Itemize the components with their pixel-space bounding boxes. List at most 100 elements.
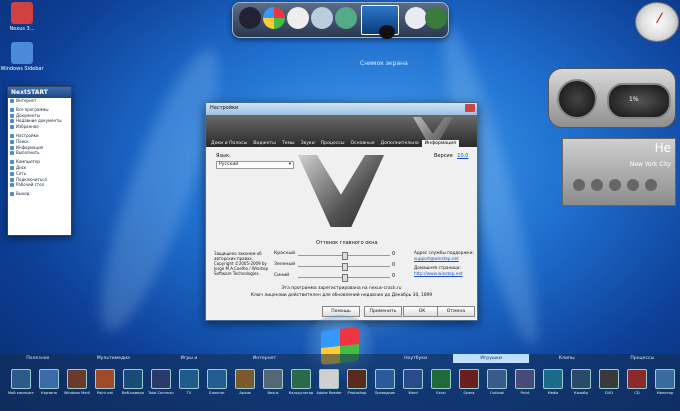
slider-blue-label: Синий [274,273,290,278]
tab-docks[interactable]: Доки и Полосы [208,140,250,147]
cpu-meter-gadget[interactable]: 1% [548,68,676,128]
bottom-tab[interactable]: Интернет [227,354,303,363]
bottom-tab[interactable]: Полезное [0,354,76,363]
dock-item[interactable]: Архив [232,369,258,395]
dock-item[interactable]: Nexus [260,369,286,395]
dialog-titlebar[interactable]: Настройки [206,103,477,115]
apply-button[interactable]: Применить [364,306,402,317]
slider-green: Зеленый [274,262,295,267]
slider-green-knob[interactable] [342,263,348,271]
app-icon [515,369,535,389]
weather-icon [609,179,621,191]
dock-item[interactable]: Outlook [484,369,510,395]
clock-icon[interactable] [287,7,309,29]
dock-item-label: Adobe Reader [316,391,342,395]
clock-icon-2[interactable] [405,7,427,29]
close-icon[interactable] [465,104,475,112]
winstep-big-logo-icon [298,155,384,227]
bottom-tab[interactable]: Клипы [529,354,605,363]
globe-icon[interactable] [335,7,357,29]
dock-item[interactable]: Word [400,369,426,395]
desktop-icon-nexus[interactable]: Nexus 3... [0,2,44,32]
bottom-tab[interactable]: Ноутбуки [378,354,454,363]
dock-item[interactable]: Калибр [568,369,594,395]
slider-blue: Синий [274,273,289,278]
slider-red-knob[interactable] [342,252,348,260]
slider-blue-track[interactable] [298,274,390,282]
app-icon [655,369,675,389]
start-menu-item[interactable]: Интернет [8,98,71,104]
dock-item[interactable]: Excel [428,369,454,395]
app-icon [319,369,339,389]
dock-item[interactable]: Windows Media [64,369,90,395]
dock-item[interactable]: DVD [596,369,622,395]
dock-item[interactable]: Калькулятор [288,369,314,395]
dock-item[interactable]: Блокнот [204,369,230,395]
dock-item[interactable]: Проводник [372,369,398,395]
start-menu-item[interactable]: Выполнить [8,150,71,156]
dock-item-label: Nexus [267,391,279,395]
dock-item[interactable]: Веб-камера [120,369,146,395]
support-link[interactable]: support@winstep.net [414,256,459,261]
dock-item[interactable]: Paint.net [92,369,118,395]
dock-item[interactable]: Opera [456,369,482,395]
camera-icon[interactable] [379,25,395,39]
start-menu: NextSTART Интернет Все программы Докумен… [7,86,72,236]
start-menu-item[interactable]: Избранное [8,124,71,130]
cancel-button[interactable]: Отмена [437,306,475,317]
home-label: Домашняя страница: [414,265,461,270]
tab-themes[interactable]: Темы [279,140,298,147]
desktop-icon-label: Nexus 3... [9,26,35,32]
start-menu-item[interactable]: Выход [8,191,71,197]
bottom-tab[interactable]: Игры и [151,354,227,363]
clock-hand-icon [656,12,663,24]
bottom-tab[interactable]: Мультимедиа [76,354,152,363]
ok-button[interactable]: OK [403,306,441,317]
tab-processes[interactable]: Процессы [318,140,348,147]
start-menu-title: NextSTART [8,87,71,98]
dock-item-label: Word [408,391,418,395]
slider-red-track[interactable] [298,252,390,260]
tree-icon[interactable] [425,7,447,29]
dock-item[interactable]: Media [540,369,566,395]
dock-item[interactable]: Paint [512,369,538,395]
slider-green-track[interactable] [298,263,390,271]
dock-item[interactable]: Монитор [652,369,678,395]
desktop-icon-sidebar[interactable]: Windows Sidebar [0,42,44,72]
tab-advanced[interactable]: Дополнительно [378,140,422,147]
windows-logo-icon[interactable] [263,7,285,29]
dock-item[interactable]: TV [176,369,202,395]
slider-blue-knob[interactable] [342,274,348,282]
dock-item-label: CD [634,391,640,395]
app-icon [459,369,479,389]
start-menu-item[interactable]: Рабочий стол [8,182,71,188]
license-text: Ключ лицензии действителен для обновлени… [250,293,433,298]
tab-sounds[interactable]: Звуки [298,140,318,147]
bottom-tab-active[interactable]: Игрушки [453,354,529,363]
app-icon [179,369,199,389]
tab-info[interactable]: Информация [421,140,460,147]
dock-item[interactable]: Photoshop [344,369,370,395]
cpu-percent: 1% [629,96,639,103]
clock-gadget[interactable] [635,2,679,42]
dock-item[interactable]: Мой компьютер [8,369,34,395]
gauge-icon [557,79,597,119]
color-title: Оттенок главного окна [316,240,378,246]
language-select[interactable]: Русский ▾ [216,161,294,169]
bottom-tab[interactable] [302,354,378,363]
sidebar-icon [11,42,33,64]
tab-general[interactable]: Основные [348,140,378,147]
dock-item[interactable]: Корзина [36,369,62,395]
home-link[interactable]: http://www.winstep.net [414,271,463,276]
recycle-bin-icon[interactable] [311,7,333,29]
slider-red: Красный [274,251,295,256]
dock-item[interactable]: CD [624,369,650,395]
nexus-icon[interactable] [239,7,261,29]
version-label: Версия 10.0 [434,153,468,159]
bottom-tab[interactable]: Процессы [605,354,680,363]
dock-item[interactable]: Adobe Reader [316,369,342,395]
dock-item[interactable]: Total Commander [148,369,174,395]
app-icon [347,369,367,389]
tab-widgets[interactable]: Виджеты [250,140,279,147]
weather-gadget[interactable]: Не New York City [562,138,676,206]
